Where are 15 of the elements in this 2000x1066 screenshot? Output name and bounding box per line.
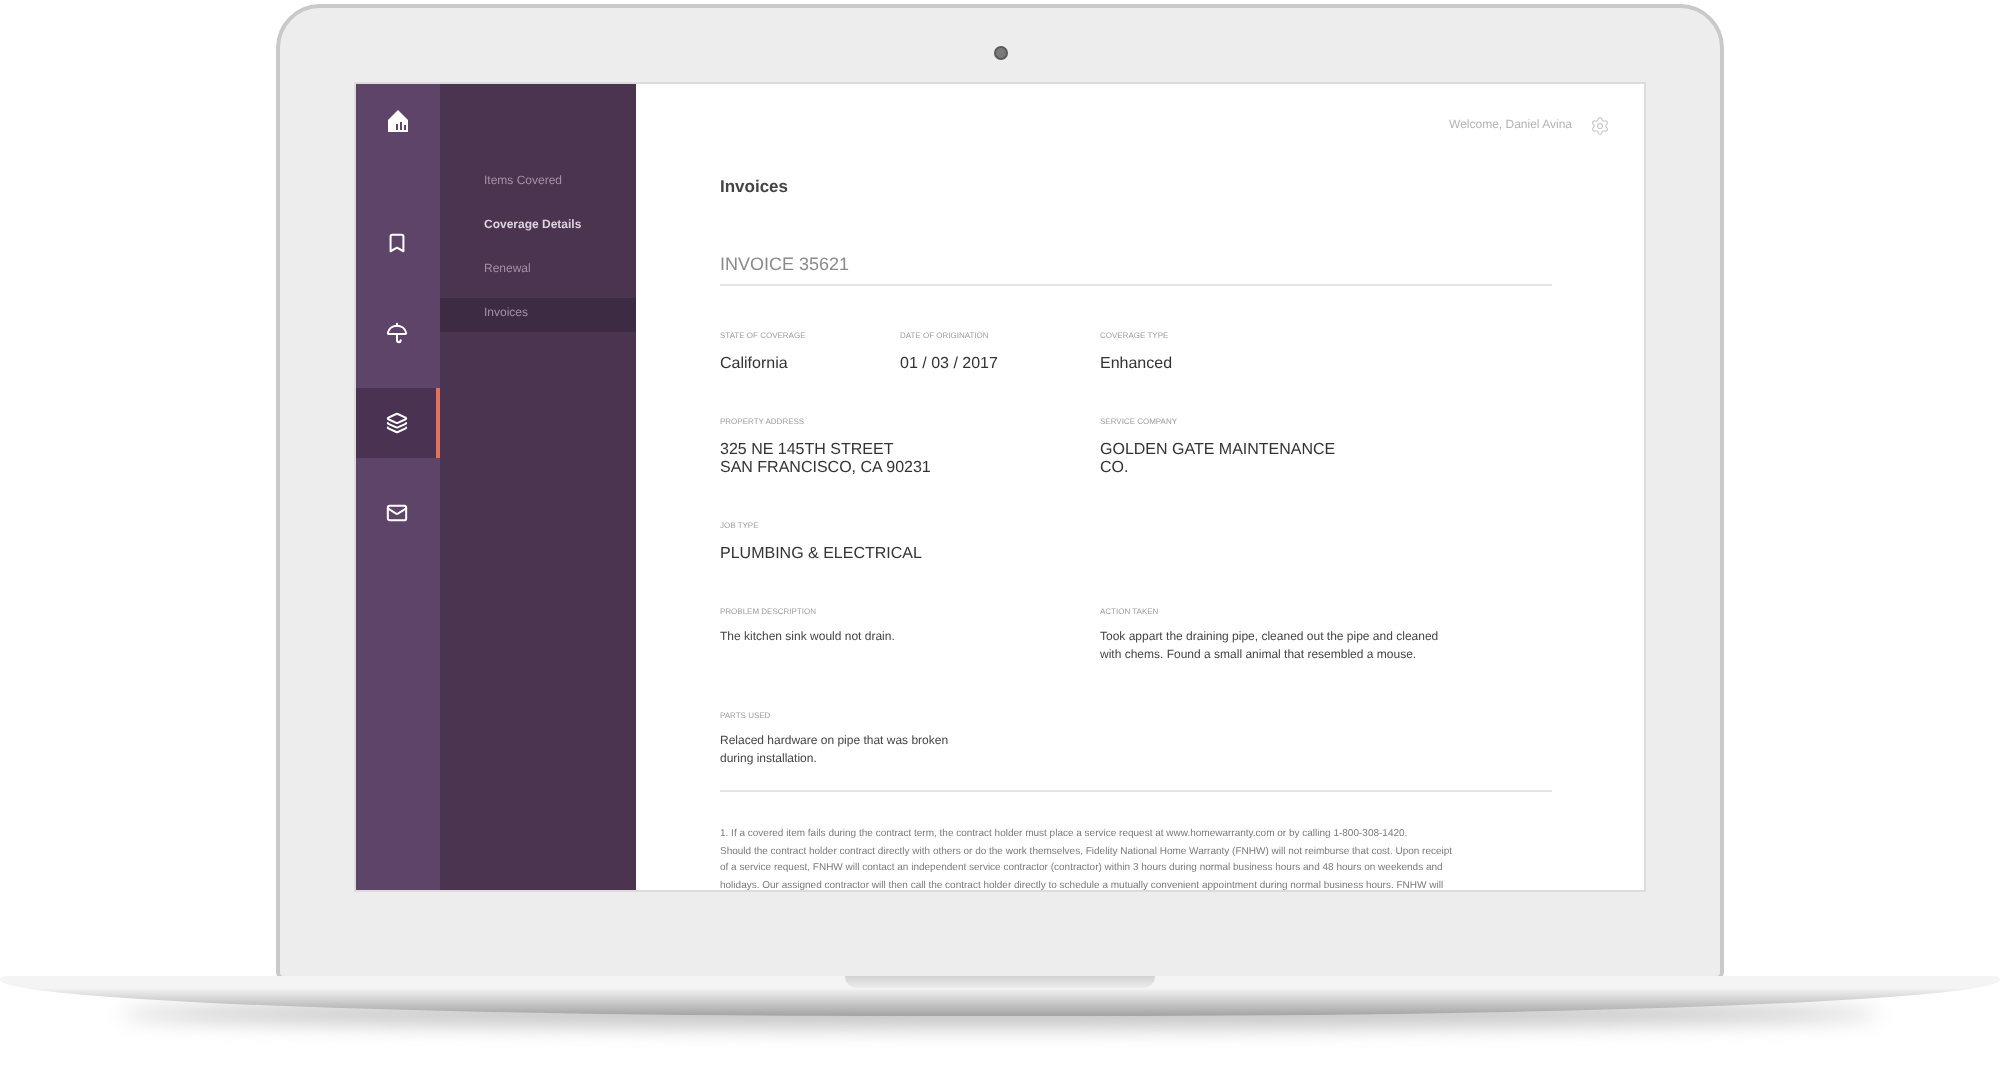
house-icon[interactable] — [386, 107, 410, 131]
field-value: California — [720, 354, 788, 372]
bookmark-icon — [385, 232, 407, 254]
invoice-number: INVOICE 35621 — [720, 252, 850, 276]
rail-nav-button[interactable] — [356, 388, 440, 458]
field-value: PLUMBING & ELECTRICAL — [720, 544, 922, 562]
field-value: 01 / 03 / 2017 — [900, 354, 998, 372]
umbrella-icon — [385, 322, 407, 344]
webcam-icon — [993, 46, 1007, 60]
mail-icon — [385, 502, 407, 524]
field-value: Enhanced — [1100, 354, 1173, 372]
field-value: GOLDEN GATE MAINTENANCE CO. — [1100, 440, 1336, 476]
layers-icon — [385, 412, 407, 434]
page-title: Invoices — [720, 176, 789, 196]
field-value: 325 NE 145TH STREET SAN FRANCISCO, CA 90231 — [720, 440, 931, 476]
